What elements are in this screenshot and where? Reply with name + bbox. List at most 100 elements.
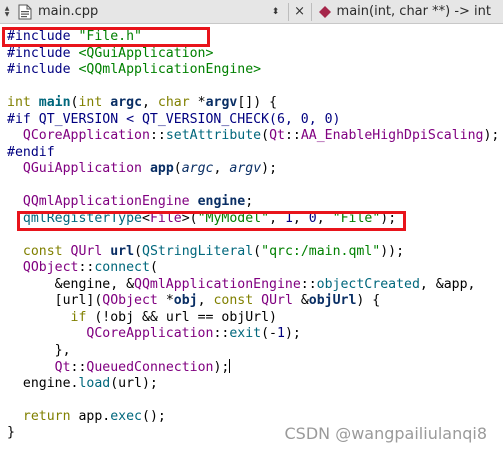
editor-tab-bar: ▲ ▼ main.cpp ⬍ × main(int, char **) -> in… (0, 0, 503, 24)
code-token: engine. (7, 375, 79, 391)
text-cursor (229, 359, 231, 373)
code-token: ); (380, 210, 397, 226)
code-token: QCoreApplication (86, 326, 214, 341)
code-token: []) { (237, 95, 278, 110)
code-line[interactable]: #include <QQmlApplicationEngine> (7, 62, 499, 79)
code-line[interactable]: qmlRegisterType<File>("MyModel", 1, 0, "… (7, 211, 499, 228)
code-line[interactable]: if (!obj && url == objUrl) (7, 310, 499, 327)
code-token: 1 (284, 210, 293, 226)
code-line[interactable]: #endif (7, 145, 499, 162)
code-token: "qrc:/main.qml" (261, 243, 381, 259)
code-token: ( (261, 128, 270, 143)
code-token: const (213, 293, 262, 308)
code-token: QueuedConnection (86, 360, 214, 375)
code-token: , (213, 161, 230, 176)
code-token: QGuiApplication (22, 161, 150, 176)
code-token: } (7, 425, 15, 440)
code-line[interactable]: QQmlApplicationEngine engine; (7, 194, 499, 211)
code-token: if (70, 309, 95, 325)
code-line[interactable]: }, (7, 343, 499, 360)
code-line[interactable]: &engine, &QQmlApplicationEngine::objectC… (7, 277, 499, 294)
code-line[interactable]: #include <QGuiApplication> (7, 46, 499, 63)
current-symbol-selector[interactable]: main(int, char **) -> int (337, 4, 491, 19)
code-token: #include (7, 45, 79, 61)
code-line[interactable]: QCoreApplication::setAttribute(Qt::AA_En… (7, 128, 499, 145)
code-line[interactable]: int main(int argc, char *argv[]) { (7, 95, 499, 112)
code-token: QStringLiteral (142, 243, 254, 259)
code-token: , (292, 210, 309, 226)
code-token: File (149, 210, 182, 226)
code-token: QUrl (261, 293, 301, 308)
code-token: "MyModel" (197, 210, 270, 226)
code-token: & (300, 293, 309, 308)
tab-separator (310, 2, 312, 21)
code-line[interactable]: #if QT_VERSION < QT_VERSION_CHECK(6, 0, … (7, 112, 499, 129)
code-token: QQmlApplicationEngine (22, 194, 198, 209)
code-token: AA_EnableHighDpiScaling (300, 128, 484, 143)
code-token: ( (149, 260, 158, 275)
code-token: :: (213, 326, 230, 341)
code-token: :: (70, 360, 87, 375)
code-token: url (110, 243, 135, 259)
code-line[interactable]: QCoreApplication::exit(-1); (7, 326, 499, 343)
code-token: (!obj && url == objUrl) (94, 309, 277, 325)
function-symbol-icon (318, 5, 331, 18)
code-line[interactable]: const QUrl url(QStringLiteral("qrc:/main… (7, 244, 499, 261)
code-token: 1 (277, 326, 285, 341)
code-token: ); (213, 360, 230, 375)
code-line[interactable]: QObject::connect( (7, 260, 499, 277)
code-token: }, (7, 342, 71, 358)
code-token: QQmlApplicationEngine (134, 276, 301, 292)
code-line[interactable] (7, 392, 499, 409)
code-token: qmlRegisterType (22, 210, 142, 226)
tab-separator (287, 2, 289, 21)
code-line[interactable]: engine.load(url); (7, 376, 499, 393)
open-file-name[interactable]: main.cpp (38, 4, 98, 19)
code-line[interactable] (7, 79, 499, 96)
code-token: #endif (7, 144, 55, 160)
close-icon[interactable]: × (293, 4, 307, 19)
code-token: QUrl (70, 243, 111, 259)
code-token: #include (7, 29, 79, 44)
code-token: (); (142, 408, 166, 424)
chevron-updown-icon[interactable]: ⬍ (268, 7, 284, 17)
code-token: QObject (22, 260, 79, 275)
code-token: >( (181, 210, 198, 226)
code-line[interactable] (7, 227, 499, 244)
navigation-arrows-icon[interactable]: ▲ ▼ (2, 5, 12, 18)
code-token: :: (149, 128, 166, 143)
code-token: 0 (308, 210, 317, 226)
code-token: #include (7, 62, 79, 77)
code-token: Qt (54, 360, 71, 375)
code-token: , (269, 210, 285, 226)
code-token: engine (197, 194, 246, 209)
code-line[interactable]: Qt::QueuedConnection); (7, 359, 499, 376)
code-token: exit (229, 326, 262, 341)
code-token: (url); (110, 375, 158, 391)
watermark: CSDN @wangpailiulanqi8 (284, 424, 488, 443)
code-line[interactable]: return app.exec(); (7, 409, 499, 426)
code-line[interactable]: [url](QObject *obj, const QUrl &objUrl) … (7, 293, 499, 310)
code-line[interactable] (7, 178, 499, 195)
cpp-file-icon (18, 4, 32, 19)
code-line[interactable]: QGuiApplication app(argc, argv); (7, 161, 499, 178)
code-token: <QQmlApplicationEngine> (78, 62, 262, 77)
code-token: ( (253, 243, 262, 259)
code-token: Qt (269, 128, 285, 143)
code-token: QObject (102, 293, 166, 308)
code-line[interactable]: #include "File.h" (7, 29, 499, 46)
code-editor[interactable]: #include "File.h" #include <QGuiApplicati… (0, 24, 503, 453)
code-token: :: (78, 260, 95, 275)
code-token: (- (261, 326, 277, 341)
code-token: load (78, 375, 111, 391)
code-token: &engine, & (7, 276, 135, 292)
source-code[interactable]: #include "File.h" #include <QGuiApplicati… (7, 29, 499, 442)
